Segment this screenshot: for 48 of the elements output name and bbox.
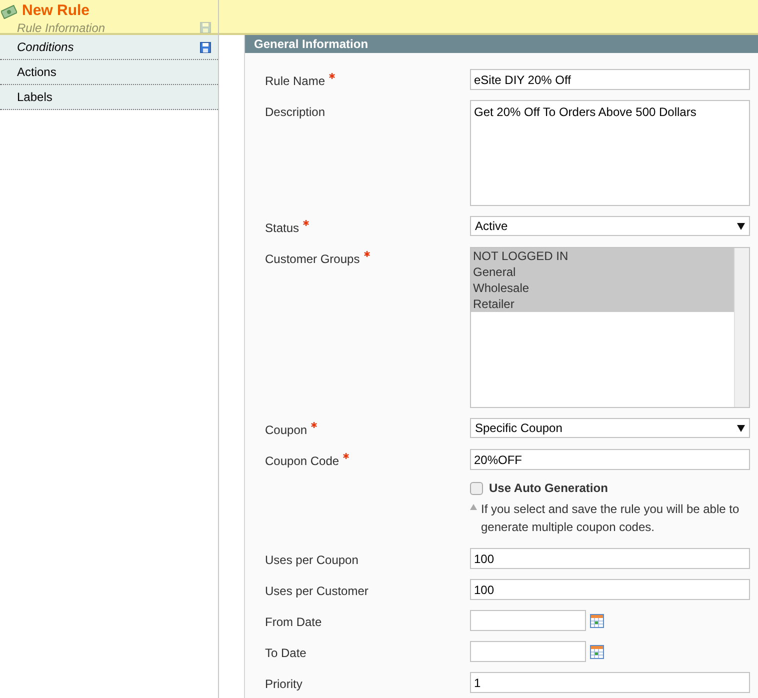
multi-select-list[interactable]: NOT LOGGED IN General Wholesale Retailer xyxy=(470,247,750,408)
text-field[interactable]: 100 xyxy=(470,548,750,569)
list-option[interactable]: General xyxy=(471,264,734,280)
dropdown[interactable]: Specific Coupon xyxy=(470,418,750,438)
sidebar-tab[interactable]: Actions xyxy=(0,60,218,85)
money-icon xyxy=(1,4,17,18)
caret-icon xyxy=(737,424,745,432)
calendar-icon[interactable] xyxy=(590,644,604,658)
list-option[interactable]: NOT LOGGED IN xyxy=(471,248,734,264)
required-icon xyxy=(343,453,350,459)
calendar-icon[interactable] xyxy=(590,614,604,628)
text-field[interactable]: 1 xyxy=(470,672,750,693)
section-header: General Information xyxy=(245,35,758,53)
required-icon xyxy=(364,251,370,257)
field-label: Description xyxy=(265,104,326,121)
field-note: If you select and save the rule you will be able to generate multiple coupon codes. xyxy=(481,501,740,536)
checkbox[interactable] xyxy=(470,482,483,494)
field-label: Status xyxy=(265,220,300,237)
triangle-icon xyxy=(470,504,477,510)
field-label: To Date xyxy=(265,645,306,662)
caret-icon xyxy=(737,222,745,230)
dropdown[interactable]: Active xyxy=(470,216,750,236)
list-option[interactable]: Wholesale xyxy=(471,280,734,296)
field-label: Priority xyxy=(265,676,302,693)
checkbox-label: Use Auto Generation xyxy=(489,480,608,497)
sidebar-tab[interactable]: Conditions xyxy=(0,35,218,60)
required-icon xyxy=(303,220,310,226)
field-label: Rule Name xyxy=(265,73,326,90)
save-icon xyxy=(200,42,211,52)
text-field[interactable]: 100 xyxy=(470,579,750,600)
page-title: New Rule xyxy=(22,1,90,22)
field-label: From Date xyxy=(265,614,322,631)
required-icon xyxy=(311,422,318,428)
text-field[interactable]: 20%OFF xyxy=(470,449,750,470)
field-label: Uses per Customer xyxy=(265,583,368,600)
field-label: Customer Groups xyxy=(265,251,360,268)
description-field[interactable]: Get 20% Off To Orders Above 500 Dollars xyxy=(470,100,750,206)
field-label: Coupon xyxy=(265,422,308,439)
sidebar-tab[interactable]: Labels xyxy=(0,85,218,110)
field-label: Coupon Code xyxy=(265,453,340,470)
date-field[interactable] xyxy=(470,610,586,631)
text-field[interactable]: eSite DIY 20% Off xyxy=(470,69,750,90)
required-icon xyxy=(329,73,336,79)
list-option[interactable]: Retailer xyxy=(471,296,734,312)
save-icon xyxy=(200,22,211,33)
date-field[interactable] xyxy=(470,641,586,662)
scrollbar[interactable] xyxy=(734,248,749,407)
field-label: Uses per Coupon xyxy=(265,552,358,569)
